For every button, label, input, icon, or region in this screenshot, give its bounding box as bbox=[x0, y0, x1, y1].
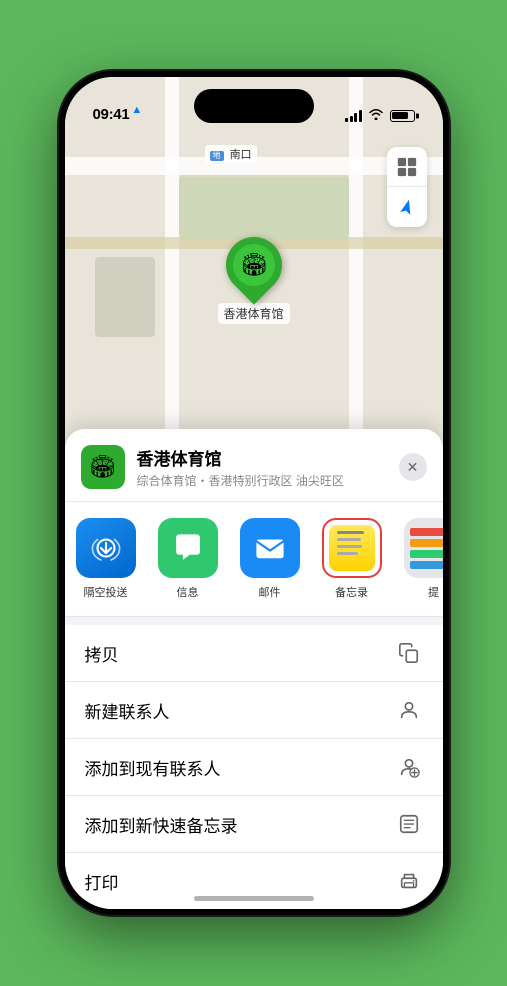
stadium-icon: 🏟 bbox=[240, 252, 268, 278]
share-airdrop[interactable]: 隔空投送 bbox=[65, 518, 147, 600]
print-icon bbox=[395, 867, 423, 895]
action-add-existing[interactable]: 添加到现有联系人 bbox=[65, 739, 443, 796]
venue-info: 香港体育馆 综合体育馆・香港特别行政区 油尖旺区 bbox=[137, 445, 387, 489]
action-add-notes-label: 添加到新快速备忘录 bbox=[85, 812, 238, 837]
location-arrow-icon: ▲ bbox=[131, 104, 142, 116]
action-copy-label: 拷贝 bbox=[85, 641, 119, 666]
dynamic-island bbox=[194, 89, 314, 123]
status-time: 09:41▲ bbox=[93, 104, 142, 123]
venue-desc: 综合体育馆・香港特别行政区 油尖旺区 bbox=[137, 472, 387, 489]
airdrop-label: 隔空投送 bbox=[84, 584, 128, 600]
action-print-label: 打印 bbox=[85, 869, 119, 894]
close-button[interactable]: ✕ bbox=[399, 453, 427, 481]
message-label: 信息 bbox=[177, 584, 199, 600]
signal-bars-icon bbox=[345, 110, 362, 122]
map-controls bbox=[387, 147, 427, 227]
action-new-contact-label: 新建联系人 bbox=[85, 698, 170, 723]
share-notes[interactable]: 备忘录 bbox=[311, 518, 393, 600]
share-row: 隔空投送 信息 bbox=[65, 502, 443, 617]
share-mail[interactable]: 邮件 bbox=[229, 518, 311, 600]
action-copy[interactable]: 拷贝 bbox=[65, 625, 443, 682]
location-btn[interactable] bbox=[387, 187, 427, 227]
map-street-label: 地 南口 bbox=[205, 145, 257, 163]
message-icon bbox=[158, 518, 218, 578]
venue-logo: 🏟 bbox=[81, 445, 125, 489]
label-icon: 地 bbox=[210, 151, 224, 161]
map-pin: 🏟 香港体育馆 bbox=[217, 237, 289, 324]
pin-icon: 🏟 bbox=[214, 225, 293, 304]
copy-icon bbox=[395, 639, 423, 667]
quick-notes-icon bbox=[395, 810, 423, 838]
venue-logo-icon: 🏟 bbox=[89, 454, 117, 480]
action-new-contact[interactable]: 新建联系人 bbox=[65, 682, 443, 739]
pin-label: 香港体育馆 bbox=[217, 303, 289, 324]
action-add-notes[interactable]: 添加到新快速备忘录 bbox=[65, 796, 443, 853]
share-more[interactable]: 提 bbox=[393, 518, 443, 600]
share-message[interactable]: 信息 bbox=[147, 518, 229, 600]
status-icons bbox=[345, 108, 415, 123]
new-contact-icon bbox=[395, 696, 423, 724]
venue-name: 香港体育馆 bbox=[137, 445, 387, 470]
more-label: 提 bbox=[428, 584, 439, 600]
airdrop-icon bbox=[76, 518, 136, 578]
battery-icon bbox=[390, 110, 415, 122]
action-list: 拷贝 新建联系人 bbox=[65, 625, 443, 909]
notes-icon bbox=[322, 518, 382, 578]
mail-icon bbox=[240, 518, 300, 578]
action-add-existing-label: 添加到现有联系人 bbox=[85, 755, 221, 780]
notes-label: 备忘录 bbox=[335, 584, 368, 600]
more-icon bbox=[404, 518, 443, 578]
bottom-sheet: 🏟 香港体育馆 综合体育馆・香港特别行政区 油尖旺区 ✕ bbox=[65, 429, 443, 909]
home-indicator bbox=[194, 896, 314, 901]
mail-label: 邮件 bbox=[259, 584, 281, 600]
phone-screen: 09:41▲ bbox=[65, 77, 443, 909]
phone-frame: 09:41▲ bbox=[59, 71, 449, 915]
wifi-icon bbox=[368, 108, 384, 123]
add-contact-icon bbox=[395, 753, 423, 781]
sheet-header: 🏟 香港体育馆 综合体育馆・香港特别行政区 油尖旺区 ✕ bbox=[65, 429, 443, 502]
map-view-toggle[interactable] bbox=[387, 147, 427, 187]
